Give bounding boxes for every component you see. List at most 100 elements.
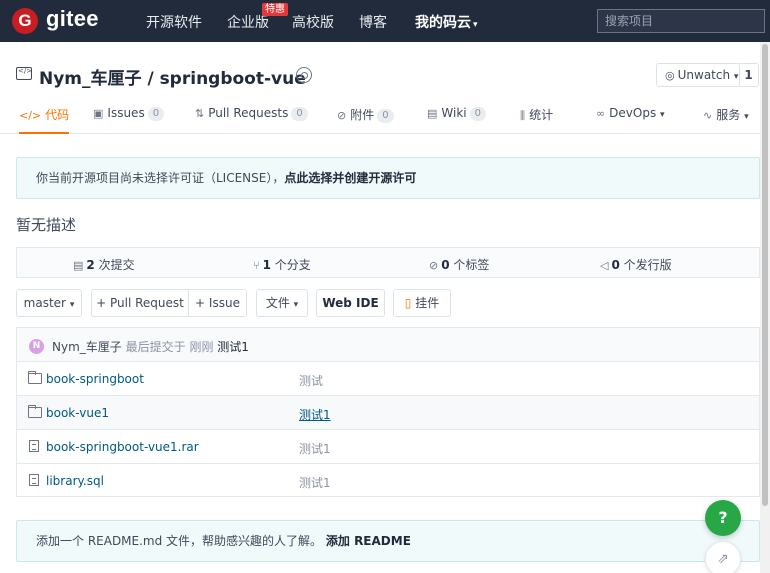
nav-university[interactable]: 高校版: [292, 12, 334, 32]
file-row[interactable]: library.sql 测试1: [17, 464, 759, 498]
license-notice: 你当前开源项目尚未选择许可证（LICENSE），点此选择并创建开源许可: [16, 157, 760, 199]
branch-icon: ⑂: [253, 259, 260, 272]
nav-my-gitee[interactable]: 我的码云 ▾: [415, 12, 478, 32]
file-name[interactable]: book-springboot-vue1.rar: [46, 440, 199, 454]
avatar[interactable]: N: [29, 339, 44, 354]
tab-issues[interactable]: ▣ Issues 0: [93, 106, 165, 121]
tab-stats[interactable]: ⫼ 统计: [520, 106, 553, 123]
feedback-icon[interactable]: ⇗: [705, 541, 741, 573]
tab-wiki-label: Wiki: [441, 106, 467, 120]
tab-devops-label: DevOps: [609, 106, 657, 120]
chevron-down-icon: ▾: [744, 112, 749, 122]
stat-releases[interactable]: ◁ 0 个发行版: [600, 256, 672, 273]
chevron-down-icon: ▾: [473, 20, 478, 30]
attachments-count: 0: [377, 109, 394, 123]
unwatch-label: Unwatch: [677, 68, 731, 82]
file-row[interactable]: book-springboot-vue1.rar 测试1: [17, 430, 759, 464]
repo-stats-bar: ▤ 2 次提交 ⑂ 1 个分支 ⊘ 0 个标签 ◁ 0 个发行版: [16, 247, 760, 278]
commit-time: 刚刚: [189, 340, 214, 354]
unwatch-button[interactable]: ◎ Unwatch ▾: [656, 63, 740, 87]
file-name[interactable]: book-springboot: [46, 372, 144, 386]
new-pull-request-button[interactable]: + Pull Request: [91, 289, 189, 317]
readme-notice-text: 添加一个 README.md 文件，帮助感兴趣的人了解。: [36, 534, 323, 548]
releases-label: 个发行版: [623, 258, 672, 272]
chevron-down-icon: ▾: [293, 300, 299, 310]
file-commit-message[interactable]: 测试: [299, 372, 323, 389]
stats-icon: ⫼: [520, 109, 526, 122]
repository-icon: [16, 67, 32, 80]
eye-icon: ◎: [665, 69, 675, 82]
tab-pull-requests[interactable]: ⇅ Pull Requests 0: [195, 106, 308, 121]
folder-icon: [28, 371, 42, 384]
tab-devops[interactable]: ∞ DevOps ▾: [596, 106, 665, 120]
commit-author[interactable]: Nym_车厘子: [52, 340, 122, 354]
tab-attachments-label: 附件: [350, 108, 375, 122]
commit-message[interactable]: 测试1: [217, 340, 249, 354]
file-commit-message[interactable]: 测试1: [299, 474, 331, 491]
branches-count: 1: [262, 258, 271, 272]
release-icon: ◁: [600, 259, 609, 272]
file-icon: [29, 474, 39, 486]
repo-title[interactable]: Nym_车厘子 / springboot-vue: [39, 64, 306, 89]
commits-label: 次提交: [98, 258, 135, 272]
chevron-down-icon: ▾: [69, 300, 75, 310]
file-name[interactable]: book-vue1: [46, 406, 109, 420]
widget-button[interactable]: ▯ 挂件: [393, 289, 451, 317]
commit-icon: ▤: [73, 259, 84, 272]
help-button[interactable]: ?: [705, 500, 741, 536]
stat-commits[interactable]: ▤ 2 次提交: [73, 256, 135, 273]
repo-tabs: </> 代码 ▣ Issues 0 ⇅ Pull Requests 0 ⊘ 附件 0 ▤ Wik…: [0, 100, 770, 134]
nav-blog[interactable]: 博客: [359, 12, 387, 32]
code-icon: </>: [19, 109, 42, 122]
new-issue-button[interactable]: + Issue: [188, 289, 247, 317]
stat-branches[interactable]: ⑂ 1 个分支: [253, 256, 311, 273]
tab-services-label: 服务: [716, 108, 741, 122]
tab-stats-label: 统计: [529, 108, 554, 122]
issue-icon: ▣: [93, 107, 104, 120]
enterprise-promo-badge: 特惠: [262, 3, 288, 16]
pull-requests-count: 0: [291, 107, 308, 121]
service-icon: ∿: [703, 109, 713, 122]
folder-icon: [28, 405, 42, 418]
tag-icon: ⊘: [429, 259, 439, 272]
gitee-logo-icon[interactable]: G: [12, 8, 38, 34]
file-commit-message[interactable]: 测试1: [299, 440, 331, 457]
tab-services[interactable]: ∿ 服务 ▾: [703, 106, 749, 123]
web-ide-label: Web IDE: [322, 296, 379, 310]
widget-label: 挂件: [415, 296, 440, 310]
nav-open-source[interactable]: 开源软件: [146, 12, 202, 32]
branch-selector[interactable]: master ▾: [16, 289, 82, 317]
file-menu-label: 文件: [265, 296, 290, 310]
file-list: N Nym_车厘子 最后提交于 刚刚 测试1 book-springboot 测…: [16, 327, 760, 497]
top-navbar: G gitee 开源软件 企业版 特惠 高校版 博客 我的码云 ▾ 搜索项目: [0, 0, 770, 42]
file-row[interactable]: book-springboot 测试: [17, 362, 759, 396]
commits-count: 2: [86, 258, 95, 272]
file-menu-button[interactable]: 文件 ▾: [256, 289, 308, 317]
last-commit-row: N Nym_车厘子 最后提交于 刚刚 测试1: [17, 328, 759, 362]
releases-count: 0: [611, 258, 620, 272]
commit-meta: 最后提交于: [125, 340, 186, 354]
file-name[interactable]: library.sql: [46, 474, 104, 488]
tab-wiki[interactable]: ▤ Wiki 0: [427, 106, 486, 121]
stat-tags[interactable]: ⊘ 0 个标签: [429, 256, 489, 273]
search-input[interactable]: 搜索项目: [597, 9, 765, 33]
tab-attachments[interactable]: ⊘ 附件 0: [337, 106, 394, 123]
file-row[interactable]: book-vue1 测试1: [17, 396, 759, 430]
tab-code-label: 代码: [45, 108, 70, 122]
nav-my-gitee-label: 我的码云: [415, 15, 471, 31]
tab-code[interactable]: </> 代码: [19, 106, 70, 134]
file-commit-message[interactable]: 测试1: [299, 406, 331, 423]
gitee-logo-text[interactable]: gitee: [46, 6, 99, 32]
web-ide-button[interactable]: Web IDE: [316, 289, 385, 317]
issues-count: 0: [147, 107, 165, 121]
add-readme-link[interactable]: 添加 README: [326, 534, 411, 548]
branch-selector-label: master: [23, 296, 66, 310]
tags-count: 0: [441, 258, 450, 272]
branches-label: 个分支: [274, 258, 311, 272]
scrollbar-thumb[interactable]: [762, 44, 768, 506]
page-scrollbar[interactable]: [760, 42, 770, 573]
repo-description: 暂无描述: [16, 216, 77, 234]
create-license-link[interactable]: 点此选择并创建开源许可: [284, 171, 416, 185]
watch-count[interactable]: 1: [739, 63, 759, 87]
recommend-badge-icon[interactable]: [296, 67, 312, 83]
